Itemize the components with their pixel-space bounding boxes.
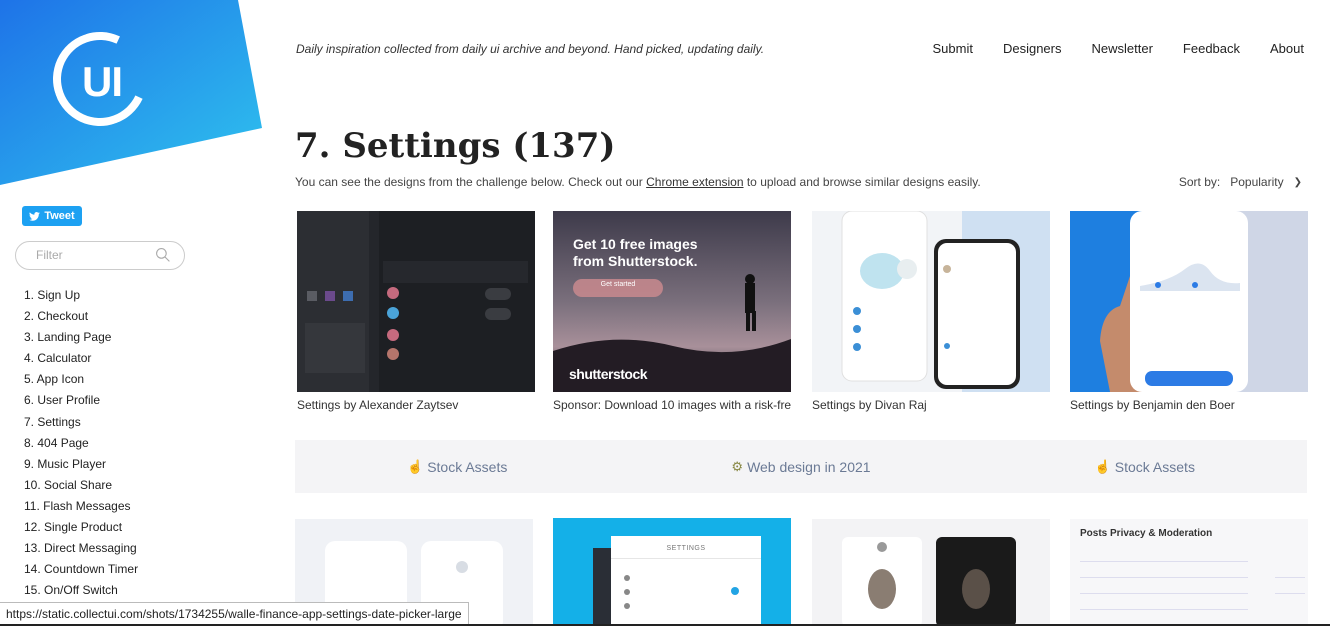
hand-phone-mockup [1100, 211, 1308, 392]
logo-text: UI [82, 58, 123, 105]
sponsor-thumbnail[interactable]: Get 10 free images from Shutterstock. Ge… [553, 211, 791, 392]
promo-link[interactable]: ☝ Stock Assets [407, 459, 507, 475]
challenge-list: 1. Sign Up 2. Checkout 3. Landing Page 4… [24, 285, 138, 601]
page-title: 7. Settings (137) [295, 126, 616, 166]
challenge-item-settings[interactable]: 7. Settings [24, 412, 138, 433]
design-thumbnail[interactable]: SETTINGS [553, 518, 791, 624]
dark-settings-mockup [297, 211, 535, 392]
design-thumbnail[interactable] [812, 211, 1050, 392]
nav-designers[interactable]: Designers [1003, 41, 1062, 56]
challenge-item-sign-up[interactable]: 1. Sign Up [24, 285, 138, 306]
twitter-bird-icon [29, 211, 41, 221]
challenge-item-direct-messaging[interactable]: 13. Direct Messaging [24, 538, 138, 559]
card-caption[interactable]: Settings by Benjamin den Boer [1070, 398, 1308, 412]
challenge-item-music-player[interactable]: 9. Music Player [24, 454, 138, 475]
nav-about[interactable]: About [1270, 41, 1304, 56]
filter-field[interactable] [15, 241, 185, 270]
ad-headline: Get 10 free images from Shutterstock. [573, 236, 698, 269]
design-thumbnail[interactable]: Posts Privacy & Moderation [1070, 519, 1308, 624]
intro-before: You can see the designs from the challen… [295, 175, 647, 189]
tweet-label: Tweet [44, 210, 75, 222]
challenge-item-user-profile[interactable]: 6. User Profile [24, 390, 138, 411]
light-phones-mockup [841, 211, 1050, 392]
challenge-item-social-share[interactable]: 10. Social Share [24, 475, 138, 496]
intro-after: to upload and browse similar designs eas… [743, 175, 981, 189]
card-caption[interactable]: Sponsor: Download 10 images with a risk-… [553, 398, 791, 412]
site-logo[interactable]: UI [0, 0, 270, 185]
settings-panel-title: SETTINGS [666, 545, 706, 552]
promo-label[interactable]: Stock Assets [427, 459, 507, 475]
intro-text: You can see the designs from the challen… [295, 175, 981, 189]
nav-newsletter[interactable]: Newsletter [1092, 41, 1153, 56]
promo-strip: ☝ Stock Assets ⚙ Web design in 2021 ☝ St… [295, 440, 1307, 493]
browser-status-bar: https://static.collectui.com/shots/17342… [0, 602, 469, 626]
chrome-extension-link[interactable]: Chrome extension [646, 175, 743, 189]
design-thumbnail[interactable] [812, 519, 1050, 624]
challenge-item-checkout[interactable]: 2. Checkout [24, 306, 138, 327]
card-caption[interactable]: Settings by Divan Raj [812, 398, 1050, 412]
ad-get-started-button[interactable]: Get started [573, 281, 663, 288]
challenge-item-countdown-timer[interactable]: 14. Countdown Timer [24, 559, 138, 580]
privacy-card-title: Posts Privacy & Moderation [1080, 528, 1213, 539]
design-card[interactable]: Settings by Benjamin den Boer [1070, 211, 1308, 412]
challenge-item-flash-messages[interactable]: 11. Flash Messages [24, 496, 138, 517]
design-card[interactable]: Settings by Alexander Zaytsev [297, 211, 535, 412]
sort-value[interactable]: Popularity [1230, 175, 1283, 189]
shutterstock-logo: shutterstock [569, 366, 648, 382]
hand-icon: ☝ [1094, 458, 1111, 474]
challenge-item-404-page[interactable]: 8. 404 Page [24, 433, 138, 454]
chevron-down-icon[interactable]: ❯ [1294, 177, 1302, 188]
filter-input[interactable] [36, 248, 146, 262]
sponsor-card[interactable]: Get 10 free images from Shutterstock. Ge… [553, 211, 791, 412]
challenge-item-single-product[interactable]: 12. Single Product [24, 517, 138, 538]
tweet-button[interactable]: Tweet [22, 206, 82, 226]
profile-phones-mockup [842, 537, 1016, 624]
design-card[interactable]: Posts Privacy & Moderation [1070, 519, 1308, 624]
design-card[interactable]: SETTINGS [553, 518, 791, 624]
top-nav: Submit Designers Newsletter Feedback Abo… [933, 41, 1305, 56]
promo-label[interactable]: Stock Assets [1115, 459, 1195, 475]
card-caption[interactable]: Settings by Alexander Zaytsev [297, 398, 535, 412]
design-thumbnail[interactable] [297, 211, 535, 392]
nav-submit[interactable]: Submit [933, 41, 973, 56]
robot-icon: ⚙ [731, 458, 744, 474]
challenge-item-app-icon[interactable]: 5. App Icon [24, 369, 138, 390]
challenge-item-landing-page[interactable]: 3. Landing Page [24, 327, 138, 348]
challenge-item-calculator[interactable]: 4. Calculator [24, 348, 138, 369]
hand-icon: ☝ [407, 458, 424, 474]
design-thumbnail[interactable] [1070, 211, 1308, 392]
tagline: Daily inspiration collected from daily u… [296, 42, 765, 56]
design-card[interactable] [812, 519, 1050, 624]
promo-link[interactable]: ⚙ Web design in 2021 [731, 459, 870, 475]
promo-label[interactable]: Web design in 2021 [747, 459, 871, 475]
sort-control[interactable]: Sort by: Popularity ❯ [1179, 175, 1302, 189]
challenge-item-on-off-switch[interactable]: 15. On/Off Switch [24, 580, 138, 601]
promo-link[interactable]: ☝ Stock Assets [1095, 459, 1195, 475]
search-icon[interactable] [155, 247, 171, 263]
settings-panel-mockup [593, 536, 761, 624]
sort-label: Sort by: [1178, 175, 1221, 189]
nav-feedback[interactable]: Feedback [1183, 41, 1240, 56]
status-url: https://static.collectui.com/shots/17342… [6, 607, 462, 621]
design-card[interactable]: Settings by Divan Raj [812, 211, 1050, 412]
